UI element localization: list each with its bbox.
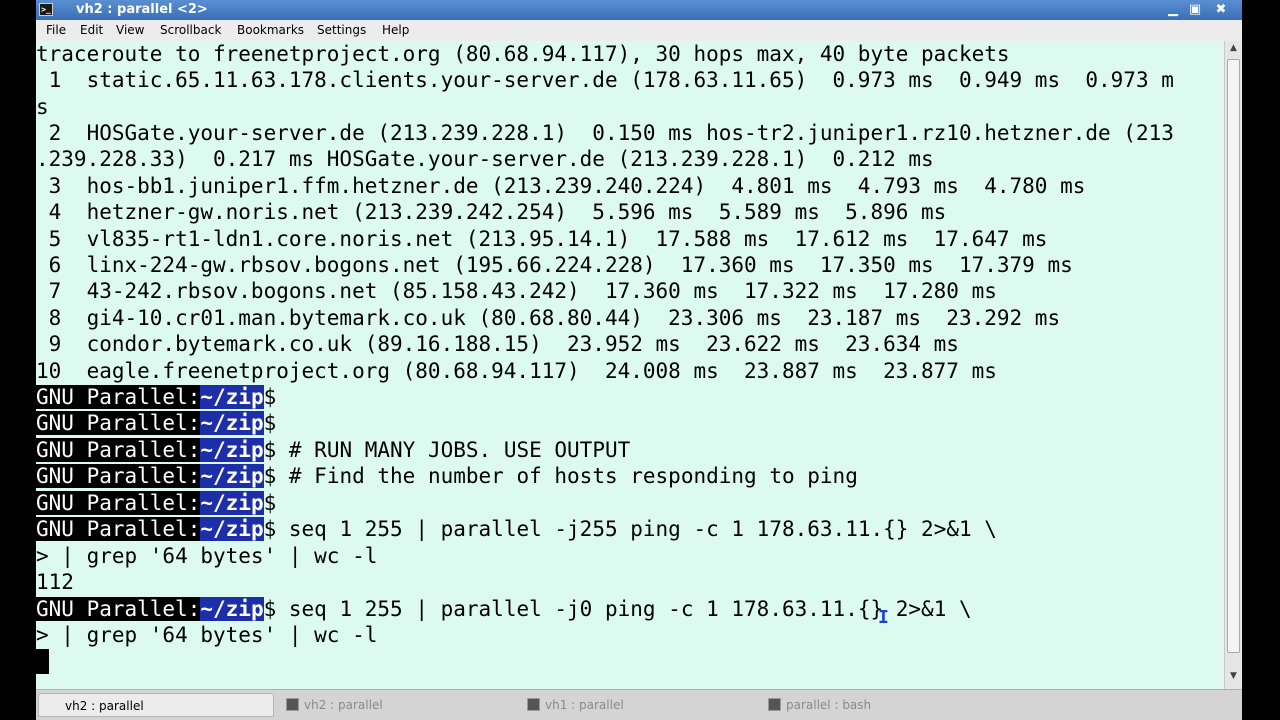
terminal-output[interactable]: traceroute to freenetproject.org (80.68.… <box>36 41 1224 689</box>
tab-vh2-parallel-2[interactable]: vh2 : parallel <box>276 693 514 717</box>
output-line: 10 eagle.freenetproject.org (80.68.94.11… <box>36 359 997 383</box>
continuation-line: > | grep '64 bytes' | wc -l <box>36 623 378 647</box>
title-bar[interactable]: >_ vh2 : parallel <2> ▁ ▣ ✖ <box>36 0 1242 20</box>
menu-view[interactable]: View <box>116 23 144 37</box>
prompt-line: GNU Parallel:~/zip$ seq 1 255 | parallel… <box>36 516 997 542</box>
terminal-icon[interactable]: >_ <box>39 3 53 16</box>
prompt-dir: ~/zip <box>200 464 264 488</box>
continuation-line: > | grep '64 bytes' | wc -l <box>36 544 378 568</box>
prompt-host: GNU Parallel: <box>36 411 201 435</box>
output-line: 3 hos-bb1.juniper1.ffm.hetzner.de (213.2… <box>36 174 1086 198</box>
tab-label: parallel : bash <box>786 698 872 712</box>
prompt-sign: $ <box>263 438 277 462</box>
output-line: 6 linx-224-gw.rbsov.bogons.net (195.66.2… <box>36 253 1073 277</box>
prompt-host: GNU Parallel: <box>36 438 201 462</box>
output-line: traceroute to freenetproject.org (80.68.… <box>36 42 1010 66</box>
tab-vh2-parallel-1[interactable]: vh2 : parallel <box>38 693 274 717</box>
terminal-icon <box>768 698 781 711</box>
maximize-icon[interactable]: ▣ <box>1186 2 1204 18</box>
prompt-line: GNU Parallel:~/zip$ # RUN MANY JOBS. USE… <box>36 437 630 463</box>
menu-bar: File Edit View Scrollback Bookmarks Sett… <box>36 20 1242 42</box>
prompt-dir: ~/zip <box>200 597 264 621</box>
prompt-host: GNU Parallel: <box>36 597 201 621</box>
prompt-sign: $ <box>263 464 277 488</box>
prompt-host: GNU Parallel: <box>36 385 201 409</box>
prompt-line: GNU Parallel:~/zip$ # Find the number of… <box>36 463 858 489</box>
command-text: # RUN MANY JOBS. USE OUTPUT <box>276 438 631 462</box>
tab-label: vh2 : parallel <box>65 699 144 713</box>
tab-label: vh1 : parallel <box>545 698 624 712</box>
output-line: s <box>36 95 49 119</box>
prompt-line: GNU Parallel:~/zip$ seq 1 255 | parallel… <box>36 596 972 622</box>
scroll-up-icon[interactable]: ▲ <box>1226 43 1241 57</box>
output-line: 8 gi4-10.cr01.man.bytemark.co.uk (80.68.… <box>36 306 1061 330</box>
prompt-line: GNU Parallel:~/zip$ <box>36 490 276 516</box>
output-line: 4 hetzner-gw.noris.net (213.239.242.254)… <box>36 200 947 224</box>
menu-help[interactable]: Help <box>382 23 409 37</box>
tab-label: vh2 : parallel <box>304 698 383 712</box>
command-text: seq 1 255 | parallel -j0 ping -c 1 178.6… <box>276 597 972 621</box>
output-line: 5 vl835-rt1-ldn1.core.noris.net (213.95.… <box>36 227 1048 251</box>
prompt-sign: $ <box>263 517 277 541</box>
output-line: 2 HOSGate.your-server.de (213.239.228.1)… <box>36 121 1174 145</box>
prompt-line: GNU Parallel:~/zip$ <box>36 410 276 436</box>
terminal-icon <box>527 698 540 711</box>
output-line: 9 condor.bytemark.co.uk (89.16.188.15) 2… <box>36 332 959 356</box>
prompt-dir: ~/zip <box>200 438 264 462</box>
prompt-dir: ~/zip <box>200 385 264 409</box>
prompt-dir: ~/zip <box>200 517 264 541</box>
prompt-host: GNU Parallel: <box>36 464 201 488</box>
session-tab-bar: vh2 : parallel vh2 : parallel vh1 : para… <box>36 689 1242 720</box>
terminal-cursor <box>36 649 49 674</box>
scroll-thumb[interactable] <box>1227 59 1240 653</box>
menu-settings[interactable]: Settings <box>317 23 366 37</box>
tab-vh1-parallel[interactable]: vh1 : parallel <box>517 693 755 717</box>
close-icon[interactable]: ✖ <box>1212 2 1230 18</box>
output-line: 7 43-242.rbsov.bogons.net (85.158.43.242… <box>36 279 997 303</box>
vertical-scrollbar[interactable]: ▲ ▼ <box>1224 41 1242 689</box>
menu-scrollback[interactable]: Scrollback <box>160 23 221 37</box>
menu-bookmarks[interactable]: Bookmarks <box>237 23 304 37</box>
tab-parallel-bash[interactable]: parallel : bash <box>758 693 996 717</box>
terminal-window: >_ vh2 : parallel <2> ▁ ▣ ✖ File Edit Vi… <box>36 0 1242 720</box>
prompt-sign: $ <box>263 491 277 515</box>
output-line: .239.228.33) 0.217 ms HOSGate.your-serve… <box>36 147 934 171</box>
prompt-dir: ~/zip <box>200 411 264 435</box>
prompt-sign: $ <box>263 385 277 409</box>
output-line: 112 <box>36 570 74 594</box>
prompt-sign: $ <box>263 597 277 621</box>
menu-edit[interactable]: Edit <box>80 23 103 37</box>
prompt-line: GNU Parallel:~/zip$ <box>36 384 276 410</box>
text-cursor-icon: I <box>878 607 889 628</box>
menu-file[interactable]: File <box>46 23 66 37</box>
prompt-host: GNU Parallel: <box>36 491 201 515</box>
minimize-icon[interactable]: ▁ <box>1164 2 1182 18</box>
scroll-down-icon[interactable]: ▼ <box>1226 671 1241 685</box>
prompt-host: GNU Parallel: <box>36 517 201 541</box>
output-line: 1 static.65.11.63.178.clients.your-serve… <box>36 68 1174 92</box>
terminal-icon <box>286 698 299 711</box>
window-title: vh2 : parallel <2> <box>76 2 208 17</box>
prompt-dir: ~/zip <box>200 491 264 515</box>
command-text: # Find the number of hosts responding to… <box>276 464 858 488</box>
command-text: seq 1 255 | parallel -j255 ping -c 1 178… <box>276 517 997 541</box>
prompt-sign: $ <box>263 411 277 435</box>
